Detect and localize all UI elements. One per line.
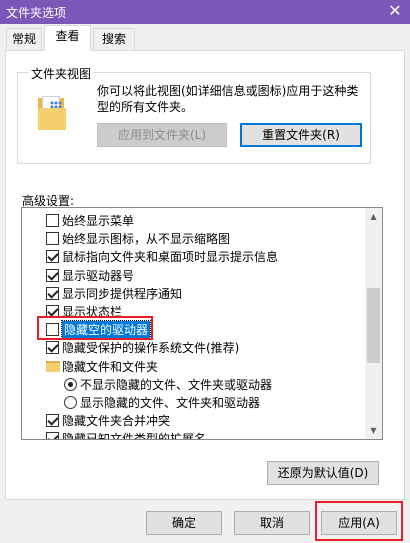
tab-general[interactable]: 常规 xyxy=(6,28,42,50)
list-item-label: 始终显示菜单 xyxy=(62,214,135,228)
list-item[interactable]: 显示驱动器号 xyxy=(22,266,365,284)
list-item[interactable]: 隐藏已知文件类型的扩展名 xyxy=(22,429,365,440)
checkbox[interactable] xyxy=(46,214,59,227)
window-title: 文件夹选项 xyxy=(6,6,67,20)
list-item[interactable]: 隐藏受保护的操作系统文件(推荐) xyxy=(22,338,365,356)
checkbox[interactable] xyxy=(46,432,59,439)
list-item[interactable]: 鼠标指向文件夹和桌面项时显示提示信息 xyxy=(22,247,365,265)
tab-search[interactable]: 搜索 xyxy=(93,28,135,50)
list-item-label: 显示隐藏的文件、文件夹和驱动器 xyxy=(80,396,261,410)
list-item[interactable]: 显示同步提供程序通知 xyxy=(22,284,365,302)
folder-icon xyxy=(46,360,60,372)
list-item[interactable]: 不显示隐藏的文件、文件夹或驱动器 xyxy=(22,375,365,393)
cancel-button[interactable]: 取消 xyxy=(234,511,310,535)
list-item-label: 隐藏文件夹合并冲突 xyxy=(62,414,171,429)
radio-button[interactable] xyxy=(64,396,77,409)
scrollbar-thumb[interactable] xyxy=(367,288,380,363)
list-item-label: 显示驱动器号 xyxy=(62,268,135,283)
scrollbar[interactable]: ▲ ▼ xyxy=(365,208,382,439)
tab-view[interactable]: 查看 xyxy=(44,25,91,51)
checkbox[interactable] xyxy=(46,268,59,282)
close-icon[interactable]: ✕ xyxy=(380,0,410,24)
folder-views-description: 你可以将此视图(如详细信息或图标)应用于这种类型的所有文件夹。 xyxy=(97,84,359,114)
list-item-label: 隐藏受保护的操作系统文件(推荐) xyxy=(62,341,240,356)
title-bar: 文件夹选项 ✕ xyxy=(0,0,410,24)
list-item-label: 不显示隐藏的文件、文件夹或驱动器 xyxy=(80,377,273,392)
list-item[interactable]: 始终显示菜单 xyxy=(22,211,365,229)
apply-to-folders-button[interactable]: 应用到文件夹(L) xyxy=(97,123,227,147)
restore-defaults-button[interactable]: 还原为默认值(D) xyxy=(267,461,379,485)
list-item[interactable]: 始终显示图标，从不显示缩略图 xyxy=(22,229,365,247)
checkbox[interactable] xyxy=(46,250,59,264)
highlight-box-apply xyxy=(315,501,403,541)
checkbox[interactable] xyxy=(46,232,59,246)
checkbox[interactable] xyxy=(46,414,59,428)
list-item[interactable]: 显示隐藏的文件、文件夹和驱动器 xyxy=(22,393,365,411)
checkbox[interactable] xyxy=(46,286,59,300)
highlight-box-hide-empty-drives xyxy=(37,316,153,340)
radio-button[interactable] xyxy=(64,377,77,391)
list-item[interactable]: 隐藏文件夹合并冲突 xyxy=(22,411,365,429)
scroll-down-icon[interactable]: ▼ xyxy=(365,422,382,439)
list-group-header: 隐藏文件和文件夹 xyxy=(22,357,365,375)
folder-views-icon xyxy=(38,96,66,130)
folder-views-title: 文件夹视图 xyxy=(29,65,94,82)
list-item-label: 鼠标指向文件夹和桌面项时显示提示信息 xyxy=(62,250,279,265)
list-item-label: 显示同步提供程序通知 xyxy=(62,286,183,301)
tab-strip: 常规 查看 搜索 xyxy=(0,24,410,51)
list-item-label: 隐藏文件和文件夹 xyxy=(62,359,159,374)
ok-button[interactable]: 确定 xyxy=(146,511,222,535)
checkbox[interactable] xyxy=(46,341,59,355)
scroll-up-icon[interactable]: ▲ xyxy=(365,208,382,225)
list-item-label: 隐藏已知文件类型的扩展名 xyxy=(62,432,207,440)
reset-folders-button[interactable]: 重置文件夹(R) xyxy=(240,123,362,147)
list-item-label: 始终显示图标，从不显示缩略图 xyxy=(62,232,231,247)
